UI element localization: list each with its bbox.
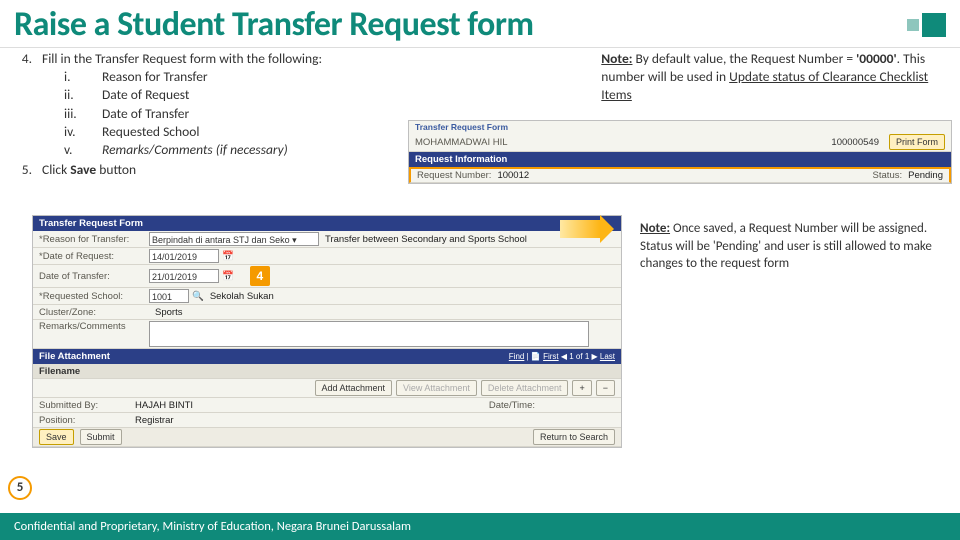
cluster-value: Sports bbox=[155, 307, 182, 318]
substep: Date of Transfer bbox=[94, 105, 189, 123]
remove-row-button[interactable]: − bbox=[596, 380, 615, 396]
title-bar: Raise a Student Transfer Request form bbox=[0, 0, 960, 48]
add-row-button[interactable]: + bbox=[572, 380, 591, 396]
step-4-number: 4. bbox=[8, 50, 42, 159]
page-title: Raise a Student Transfer Request form bbox=[14, 4, 534, 45]
find-link[interactable]: Find bbox=[509, 352, 525, 361]
status-value: Pending bbox=[908, 170, 943, 181]
position-value: Registrar bbox=[135, 415, 174, 426]
request-number-value: 100012 bbox=[497, 170, 529, 181]
substep: Requested School bbox=[94, 123, 199, 141]
date-request-input[interactable]: 14/01/2019 bbox=[149, 249, 219, 263]
note-1: Note: By default value, the Request Numb… bbox=[601, 50, 952, 105]
reason-select[interactable]: Berpindah di antara STJ dan Seko ▾ bbox=[149, 232, 319, 246]
student-row: MOHAMMADWAI HIL 100000549 Print Form bbox=[409, 133, 951, 152]
first-link[interactable]: First bbox=[543, 352, 559, 361]
lookup-icon[interactable]: 🔍 bbox=[192, 291, 204, 302]
step-5-number: 5. bbox=[8, 161, 42, 179]
callout-4: 4 bbox=[250, 266, 270, 286]
scr-title: Transfer Request Form bbox=[409, 121, 951, 133]
request-info-section: Request Information bbox=[409, 152, 951, 167]
save-button[interactable]: Save bbox=[39, 429, 74, 445]
date-transfer-input[interactable]: 21/01/2019 bbox=[149, 269, 219, 283]
request-number-row: Request Number: 100012 Status: Pending bbox=[409, 167, 951, 183]
school-input[interactable]: 1001 bbox=[149, 289, 189, 303]
form-title-bar: Transfer Request Form bbox=[33, 216, 621, 231]
note-2: Note: Once saved, a Request Number will … bbox=[640, 220, 950, 273]
delete-attachment-button[interactable]: Delete Attachment bbox=[481, 380, 569, 396]
save-word: Save bbox=[70, 161, 96, 178]
submitted-by-value: HAJAH BINTI bbox=[135, 400, 193, 411]
arrow-indicator bbox=[560, 220, 600, 238]
print-form-button[interactable]: Print Form bbox=[889, 134, 945, 150]
substep: Reason for Transfer bbox=[94, 68, 208, 86]
calendar-icon[interactable]: 📅 bbox=[222, 251, 234, 262]
submit-button[interactable]: Submit bbox=[80, 429, 122, 445]
substep: Date of Request bbox=[94, 86, 189, 104]
title-decoration bbox=[907, 13, 946, 37]
substep: Remarks/Comments (if necessary) bbox=[94, 141, 288, 159]
footer: Confidential and Proprietary, Ministry o… bbox=[0, 513, 960, 540]
last-link[interactable]: Last bbox=[600, 352, 615, 361]
file-attachment-section: File Attachment bbox=[39, 351, 110, 362]
callout-5: 5 bbox=[8, 476, 32, 500]
add-attachment-button[interactable]: Add Attachment bbox=[315, 380, 393, 396]
step-4-lead: Fill in the Transfer Request form with t… bbox=[42, 50, 593, 68]
calendar-icon[interactable]: 📅 bbox=[222, 271, 234, 282]
view-attachment-button[interactable]: View Attachment bbox=[396, 380, 477, 396]
remarks-textarea[interactable] bbox=[149, 321, 589, 347]
return-to-search-button[interactable]: Return to Search bbox=[533, 429, 615, 445]
